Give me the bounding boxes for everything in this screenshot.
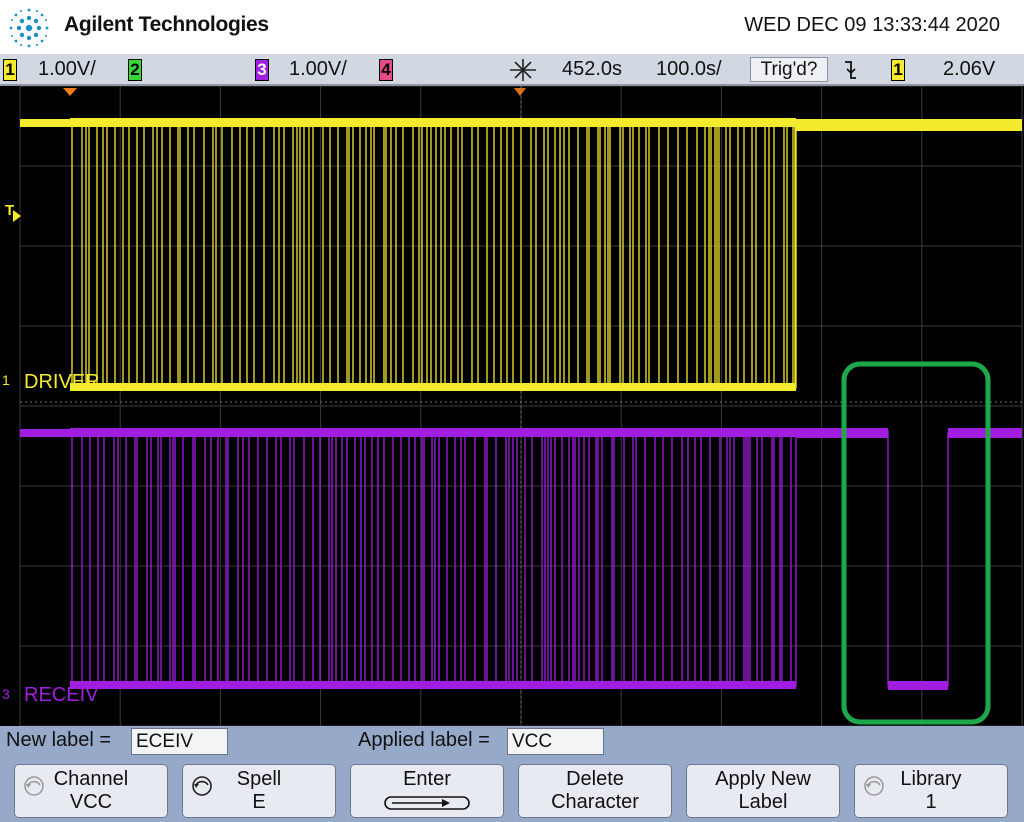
timebase-value: 100.0s/ xyxy=(656,58,722,80)
new-label-field[interactable]: ECEIV xyxy=(131,728,228,755)
header: Agilent Technologies WED DEC 09 13:33:44… xyxy=(0,0,1024,54)
agilent-logo-icon xyxy=(9,8,49,48)
trigger-level: 2.06V xyxy=(943,58,996,80)
trigger-source[interactable]: 1 xyxy=(891,59,905,81)
channel3-indicator[interactable]: 3 xyxy=(255,59,269,81)
date-time: WED DEC 09 13:33:44 2020 xyxy=(744,14,1000,36)
channel1-waveform xyxy=(20,118,1023,391)
channel1-indicator[interactable]: 1 xyxy=(3,59,17,81)
entry-knob-icon xyxy=(192,776,212,796)
trigger-arrow-icon xyxy=(13,210,21,222)
delete-softkey-label: Delete xyxy=(566,768,624,790)
apply-new-label-softkey[interactable]: Apply New Label xyxy=(686,764,840,818)
delay-value: 452.0s xyxy=(562,58,623,80)
delete-character-softkey[interactable]: Delete Character xyxy=(518,764,672,818)
channel3-label: RECEIV xyxy=(24,684,99,706)
trigger-position-marker xyxy=(63,88,77,96)
brand-name: Agilent Technologies xyxy=(64,13,269,36)
channel4-indicator[interactable]: 4 xyxy=(379,59,393,81)
delay-icon xyxy=(510,59,536,81)
highlight-box xyxy=(841,361,991,725)
channel1-label: DRIVER xyxy=(24,371,100,393)
library-softkey[interactable]: Library 1 xyxy=(854,764,1008,818)
spell-softkey[interactable]: Spell E xyxy=(182,764,336,818)
enter-softkey[interactable]: Enter xyxy=(350,764,504,818)
delete-softkey-label-2: Character xyxy=(551,791,639,813)
delay-marker xyxy=(514,88,526,96)
entry-knob-icon xyxy=(864,776,884,796)
channel3-waveform xyxy=(20,428,1022,690)
waveform-area xyxy=(20,88,1023,725)
applied-label-caption: Applied label = xyxy=(358,729,490,751)
waveform-display: T 1 DRIVER 3 RECEIV xyxy=(0,86,1024,726)
entry-knob-icon xyxy=(24,776,44,796)
label-editor-row: New label = ECEIV Applied label = VCC xyxy=(0,726,1024,758)
apply-softkey-label: Apply New xyxy=(715,768,811,790)
enter-softkey-label: Enter xyxy=(403,768,451,790)
trigger-status: Trig'd? xyxy=(750,57,828,82)
softkey-bar: Channel VCC Spell E Enter Delete Charact… xyxy=(0,758,1024,822)
channel2-indicator[interactable]: 2 xyxy=(128,59,142,81)
enter-arrow-icon xyxy=(384,796,470,810)
channel3-ground-marker: 3 xyxy=(2,686,10,702)
status-bar: 1 1.00V/ 2 3 1.00V/ 4 452.0s 100.0s/ Tri… xyxy=(0,54,1024,86)
apply-softkey-label-2: Label xyxy=(738,791,788,813)
channel-softkey[interactable]: Channel VCC xyxy=(14,764,168,818)
new-label-caption: New label = xyxy=(6,729,112,751)
channel1-ground-marker: 1 xyxy=(2,372,10,388)
channel1-scale: 1.00V/ xyxy=(38,58,96,80)
falling-edge-icon xyxy=(845,61,856,79)
channel3-scale: 1.00V/ xyxy=(289,58,347,80)
applied-label-field: VCC xyxy=(507,728,604,755)
